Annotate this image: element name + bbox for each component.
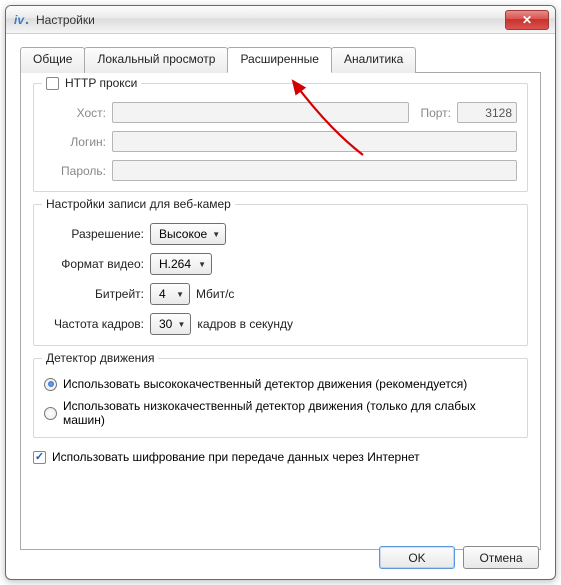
tab-label: Общие [33,52,72,66]
tab-advanced[interactable]: Расширенные [227,47,332,73]
port-input[interactable] [457,102,517,123]
detector-group: Детектор движения Использовать высококач… [33,358,528,438]
ok-button[interactable]: OK [379,546,455,569]
fps-suffix: кадров в секунду [197,317,293,331]
login-label: Логин: [44,135,106,149]
port-label: Порт: [409,106,451,120]
format-select[interactable]: H.264 [150,253,212,275]
tab-general[interactable]: Общие [20,47,85,73]
close-icon: ✕ [522,13,532,27]
fps-label: Частота кадров: [44,317,144,331]
tab-analytics[interactable]: Аналитика [331,47,416,73]
detector-lq-radio[interactable] [44,407,57,420]
button-label: Отмена [479,551,522,565]
encryption-label: Использовать шифрование при передаче дан… [52,450,420,464]
host-input[interactable] [112,102,409,123]
detector-hq-radio[interactable] [44,378,57,391]
password-input[interactable] [112,160,517,181]
tab-panel-advanced: HTTP прокси Хост: Порт: Логин: Пароль: [20,72,541,550]
dialog-buttons: OK Отмена [379,546,539,569]
tab-label: Локальный просмотр [97,52,215,66]
button-label: OK [408,551,425,565]
resolution-select[interactable]: Высокое [150,223,226,245]
encryption-checkbox[interactable] [33,451,46,464]
select-value: Высокое [159,227,207,241]
titlebar: iv Настройки ✕ [6,6,555,34]
encryption-row[interactable]: Использовать шифрование при передаче дан… [33,450,528,464]
http-proxy-legend: HTTP прокси [42,76,141,90]
tab-local-view[interactable]: Локальный просмотр [84,47,228,73]
http-proxy-checkbox[interactable] [46,77,59,90]
tab-label: Расширенные [240,52,319,66]
format-label: Формат видео: [44,257,144,271]
detector-option-lq-row[interactable]: Использовать низкокачественный детектор … [44,399,517,427]
client-area: Общие Локальный просмотр Расширенные Ана… [6,34,555,579]
bitrate-suffix: Мбит/с [196,287,234,301]
host-label: Хост: [44,106,106,120]
bitrate-select[interactable]: 4 [150,283,190,305]
select-value: 30 [159,317,172,331]
app-icon: iv [14,12,30,28]
password-label: Пароль: [44,164,106,178]
detector-option-hq-row[interactable]: Использовать высококачественный детектор… [44,377,517,391]
close-button[interactable]: ✕ [505,10,549,30]
bitrate-label: Битрейт: [44,287,144,301]
select-value: H.264 [159,257,191,271]
detector-legend: Детектор движения [42,351,158,365]
detector-lq-label: Использовать низкокачественный детектор … [63,399,517,427]
fps-select[interactable]: 30 [150,313,191,335]
cancel-button[interactable]: Отмена [463,546,539,569]
http-proxy-checkbox-label: HTTP прокси [65,76,137,90]
resolution-label: Разрешение: [44,227,144,241]
select-value: 4 [159,287,166,301]
detector-hq-label: Использовать высококачественный детектор… [63,377,467,391]
webcam-legend: Настройки записи для веб-камер [42,197,235,211]
settings-window: iv Настройки ✕ Общие Локальный просмотр … [5,5,556,580]
http-proxy-group: HTTP прокси Хост: Порт: Логин: Пароль: [33,83,528,192]
tabs-header: Общие Локальный просмотр Расширенные Ана… [20,46,541,72]
webcam-group: Настройки записи для веб-камер Разрешени… [33,204,528,346]
tab-label: Аналитика [344,52,403,66]
window-title: Настройки [36,13,505,27]
svg-text:iv: iv [14,13,25,27]
login-input[interactable] [112,131,517,152]
